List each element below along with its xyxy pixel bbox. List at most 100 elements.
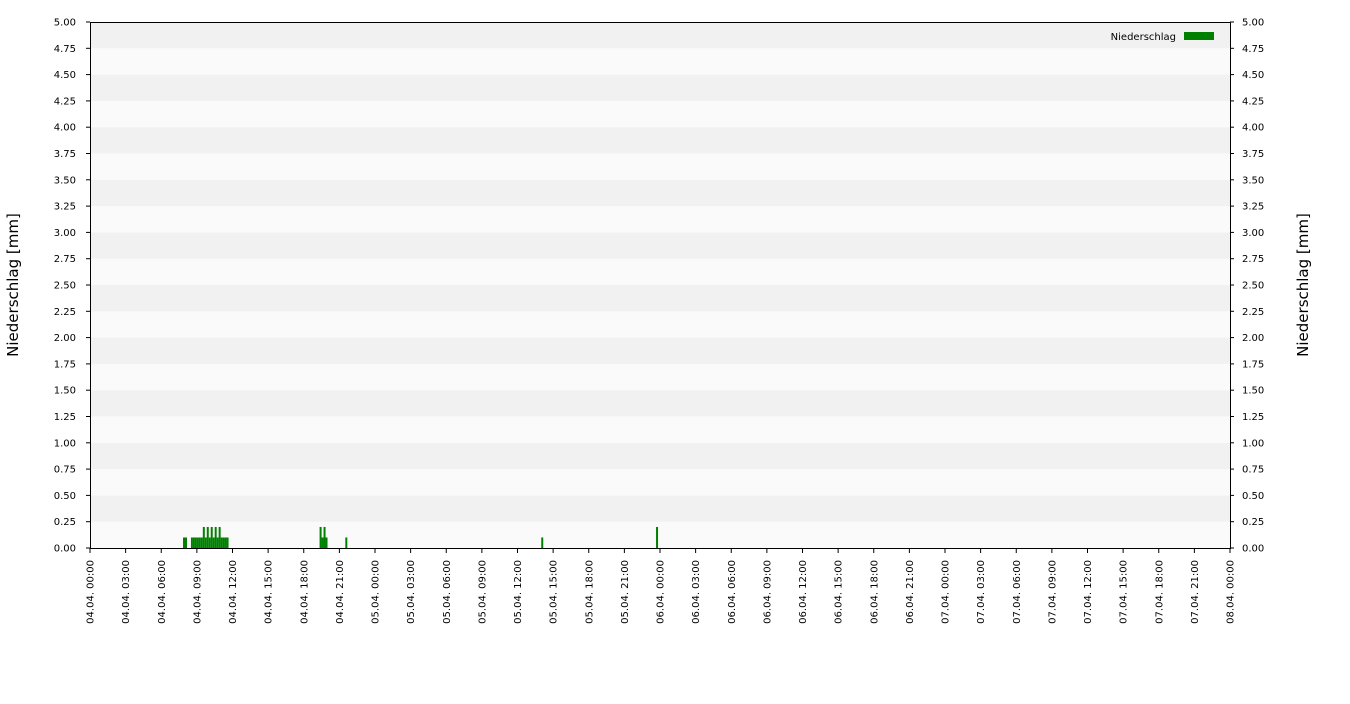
grid-band [90,48,1230,75]
grid-band [90,495,1230,522]
x-tick-label: 04.04. 21:00 [335,560,346,624]
y-tick-label-left: 4.00 [54,123,76,134]
grid-band [90,127,1230,154]
y-tick-label-right: 0.75 [1242,465,1264,476]
y-tick-label-right: 4.50 [1242,70,1264,81]
x-tick-label: 07.04. 18:00 [1154,560,1165,624]
grid-band [90,363,1230,391]
bar [190,537,193,548]
x-tick-label: 04.04. 09:00 [192,560,203,624]
y-tick-label-left: 0.75 [54,465,76,476]
bar [220,537,223,548]
y-tick-label-right: 1.00 [1242,438,1264,449]
y-tick-label-left: 1.00 [54,438,76,449]
x-tick-label: 05.04. 18:00 [584,560,595,624]
bar [214,526,217,548]
grid-band [90,22,1230,49]
y-tick-label-right: 2.25 [1242,307,1264,318]
y-tick-label-left: 2.00 [54,333,76,344]
y-tick-label-right: 2.75 [1242,254,1264,265]
grid-band [90,285,1230,312]
bar [192,537,195,548]
bar [210,526,213,548]
y-axis-right: 0.00 0.25 0.50 0.75 1.00 1.25 1.50 1.75 2.00 2.25… [1230,18,1264,555]
grid-band [90,521,1230,548]
x-tick-label: 08.04. 00:00 [1226,560,1237,624]
x-tick-label: 04.04. 18:00 [299,560,310,624]
grid-band [90,337,1230,364]
bar [656,526,659,548]
x-tick-label: 06.04. 09:00 [762,560,773,624]
x-tick-label: 05.04. 21:00 [620,560,631,624]
grid-bands [90,22,1230,548]
x-tick-label: 05.04. 09:00 [477,560,488,624]
y-tick-label-left: 4.50 [54,70,76,81]
grid-band [90,469,1230,496]
x-tick-label: 07.04. 15:00 [1119,560,1130,624]
y-tick-label-left: 2.75 [54,254,76,265]
bar [212,537,215,548]
bar [208,537,211,548]
legend-label: Niederschlag [1111,32,1176,43]
x-tick-label: 04.04. 15:00 [264,560,275,624]
y-tick-label-right: 4.25 [1242,96,1264,107]
chart-svg: 0.00 0.25 0.50 0.75 1.00 1.25 1.50 1.75 2.00 2.25… [4,18,1312,624]
y-tick-label-right: 3.75 [1242,149,1264,160]
x-tick-label: 07.04. 00:00 [941,560,952,624]
x-tick-label: 04.04. 00:00 [86,560,97,624]
y-tick-label-left: 3.25 [54,202,76,213]
grid-band [90,442,1230,470]
y-axis-title-right: Niederschlag [mm] [1294,213,1312,357]
x-tick-label: 05.04. 00:00 [371,560,382,624]
x-tick-label: 06.04. 00:00 [656,560,667,624]
bar [226,537,229,548]
x-tick-label: 07.04. 06:00 [1012,560,1023,624]
bar [206,526,209,548]
bar [200,537,203,548]
y-tick-label-right: 1.75 [1242,359,1264,370]
bar [325,537,328,548]
y-tick-label-right: 2.00 [1242,333,1264,344]
y-tick-label-left: 0.50 [54,491,76,502]
x-tick-label: 05.04. 15:00 [549,560,560,624]
y-tick-label-left: 1.75 [54,359,76,370]
bar [196,537,199,548]
x-tick-label: 07.04. 21:00 [1190,560,1201,624]
y-tick-label-left: 0.25 [54,517,76,528]
bar [541,537,544,548]
y-axis-left: 0.00 0.25 0.50 0.75 1.00 1.25 1.50 1.75 2.00 2.25… [54,18,90,555]
x-tick-label: 06.04. 18:00 [869,560,880,624]
precipitation-chart: 0.00 0.25 0.50 0.75 1.00 1.25 1.50 1.75 2.00 2.25… [0,0,1350,700]
bar [321,537,324,548]
bar [345,537,348,548]
bar [216,537,219,548]
grid-band [90,390,1230,417]
x-tick-label: 06.04. 15:00 [834,560,845,624]
grid-band [90,179,1230,207]
y-tick-label-left: 2.25 [54,307,76,318]
grid-band [90,416,1230,443]
grid-band [90,153,1230,180]
y-tick-label-right: 4.00 [1242,123,1264,134]
legend-swatch [1184,32,1214,40]
bar [323,526,326,548]
bar [222,537,225,548]
y-tick-label-right: 3.25 [1242,202,1264,213]
x-tick-label: 06.04. 03:00 [691,560,702,624]
bar [185,537,187,548]
y-tick-label-right: 3.00 [1242,228,1264,239]
bar [319,526,322,548]
bar [204,537,207,548]
grid-band [90,206,1230,233]
x-tick-label: 07.04. 03:00 [976,560,987,624]
x-tick-label: 04.04. 12:00 [228,560,239,624]
bar [183,537,186,548]
x-tick-label: 05.04. 12:00 [513,560,524,624]
bar [194,537,197,548]
x-axis: 04.04. 00:00 04.04. 03:00 04.04. 06:00 04.0… [86,548,1237,624]
y-tick-label-right: 0.00 [1242,544,1264,555]
grid-band [90,100,1230,128]
y-tick-label-right: 2.50 [1242,281,1264,292]
x-tick-label: 06.04. 12:00 [798,560,809,624]
bar [218,526,221,548]
